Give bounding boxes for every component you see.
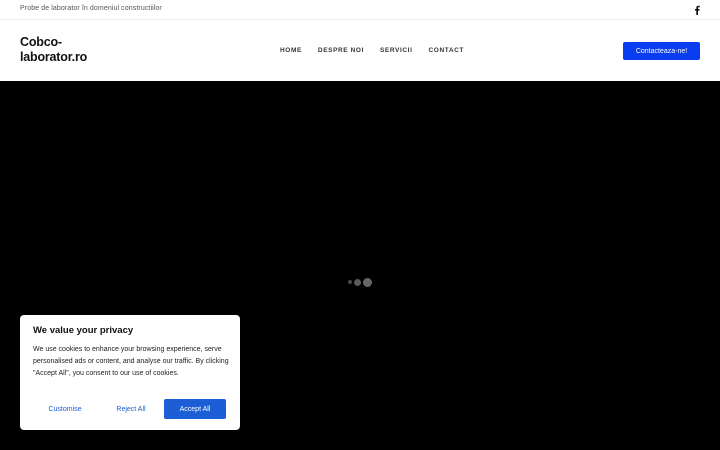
- nav-item-despre-noi[interactable]: DESPRE NOI: [318, 46, 364, 56]
- site-header: Cobco- laborator.ro HOME DESPRE NOI SERV…: [0, 21, 720, 81]
- cookie-consent-banner: We value your privacy We use cookies to …: [20, 315, 240, 430]
- loader-dot: [363, 277, 372, 287]
- cookie-description: We use cookies to enhance your browsing …: [33, 346, 229, 377]
- main-nav: HOME DESPRE NOI SERVICII CONTACT: [280, 46, 464, 56]
- customise-button[interactable]: Customise: [34, 399, 96, 419]
- facebook-icon[interactable]: [693, 4, 701, 15]
- logo-line-2: laborator.ro: [20, 50, 88, 64]
- tagline: Probe de laborator în domeniul construct…: [20, 5, 162, 12]
- top-bar: Probe de laborator în domeniul construct…: [0, 0, 720, 20]
- cookie-title: We value your privacy: [33, 325, 134, 336]
- nav-item-servicii[interactable]: SERVICII: [380, 46, 413, 56]
- nav-item-contact[interactable]: CONTACT: [429, 46, 465, 56]
- logo-line-1: Cobco-: [20, 35, 62, 49]
- reject-all-button[interactable]: Reject All: [100, 399, 162, 419]
- loader-dot: [354, 278, 361, 286]
- site-logo[interactable]: Cobco- laborator.ro: [20, 35, 130, 65]
- loading-dots-icon: [348, 277, 372, 287]
- loader-dot: [348, 280, 352, 284]
- accept-all-button[interactable]: Accept All: [164, 399, 226, 419]
- contact-us-button[interactable]: Contacteaza-ne!: [623, 42, 700, 60]
- nav-item-home[interactable]: HOME: [280, 46, 302, 56]
